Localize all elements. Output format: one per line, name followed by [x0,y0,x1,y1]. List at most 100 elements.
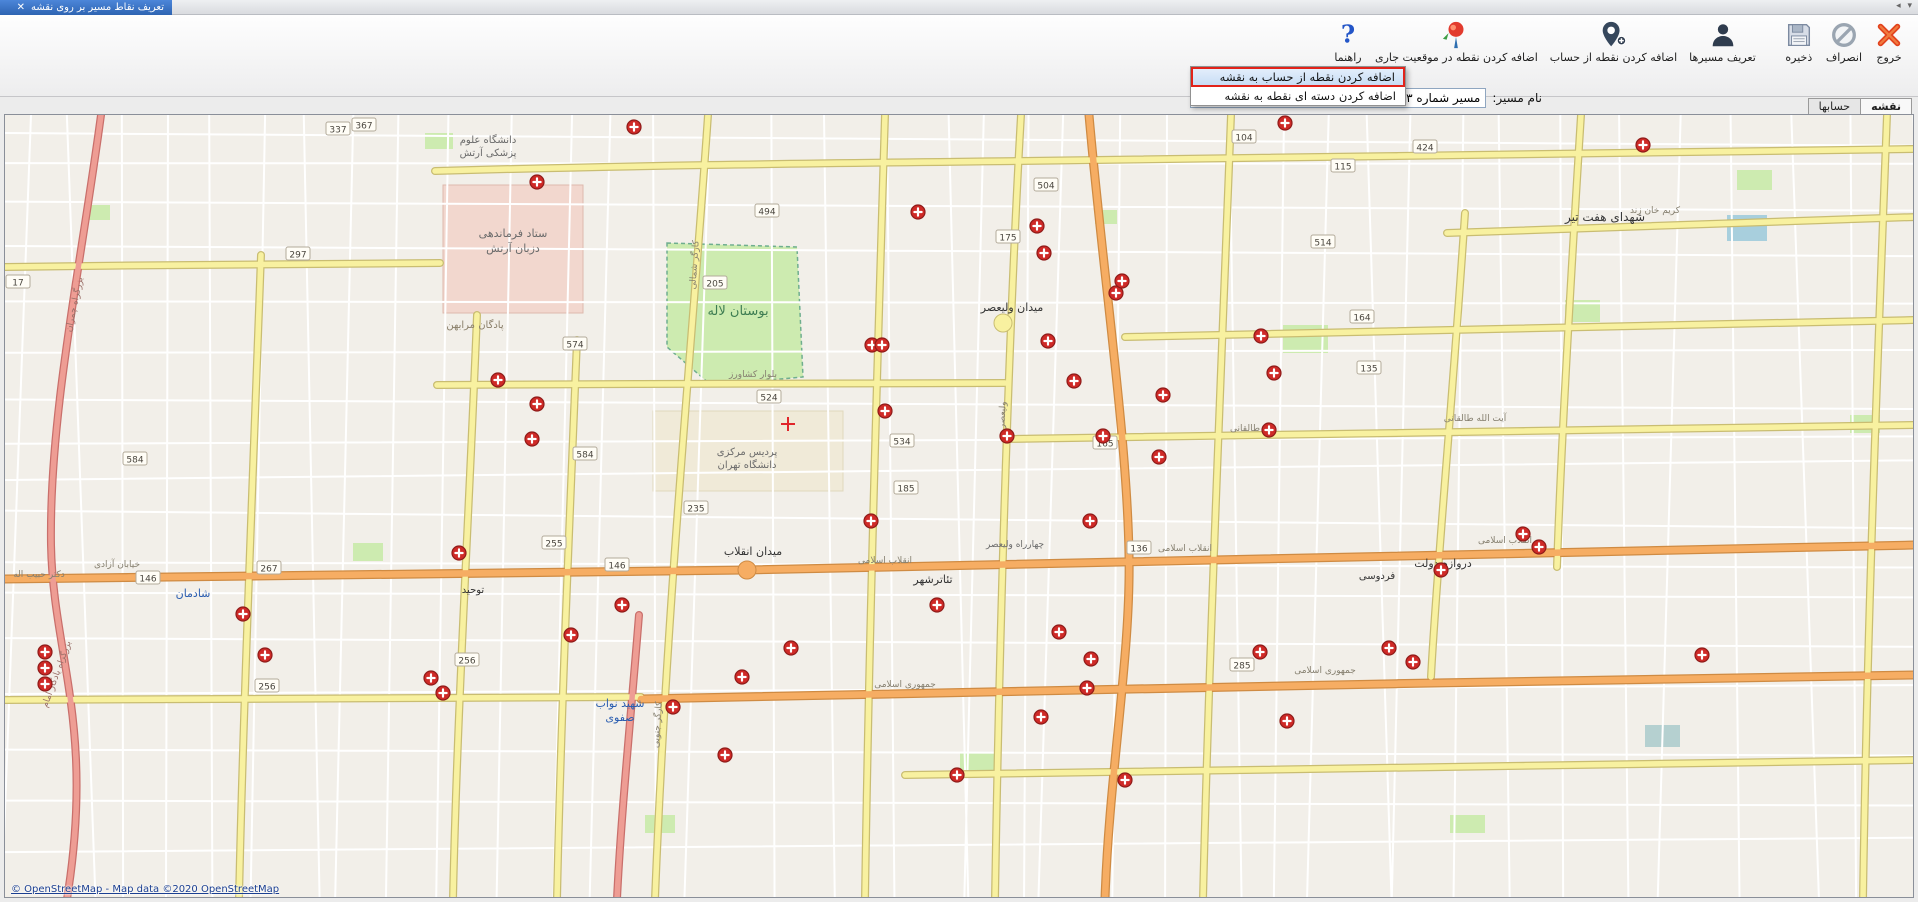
map-point-marker[interactable] [627,120,641,134]
road-number-badge: 367 [352,118,376,132]
map-point-marker[interactable] [452,546,466,560]
map-point-marker[interactable] [530,397,544,411]
map-point-marker[interactable] [1083,514,1097,528]
menu-item-1[interactable]: اضافه کردن نقطه از حساب به نقشه [1191,67,1405,87]
add-point-dropdown-menu: اضافه کردن نقطه از حساب به نقشهاضافه کرد… [1190,66,1406,106]
window-tab[interactable]: تعریف نقاط مسیر بر روی نقشه ✕ [0,0,172,15]
toolbar-button-label: راهنما [1334,51,1361,64]
map-point-marker[interactable] [525,432,539,446]
map-label: پادگان مرابهن [446,319,503,331]
road-number-badge: 584 [123,452,147,466]
toolbar-button-define-routes[interactable]: تعریف مسیرها [1683,18,1762,66]
map-point-marker[interactable] [1152,450,1166,464]
svg-text:115: 115 [1334,163,1351,173]
map-point-marker[interactable] [1254,329,1268,343]
map-label: آیت الله طالقانی [1444,412,1507,424]
map-point-marker[interactable] [1000,429,1014,443]
map-point-marker[interactable] [1636,138,1650,152]
map-point-marker[interactable] [38,677,52,691]
tab-accounts[interactable]: حسابها [1808,98,1860,114]
map-point-marker[interactable] [1096,429,1110,443]
road-number-badge: 175 [996,230,1020,244]
map-point-marker[interactable] [615,598,629,612]
map-point-marker[interactable] [1262,423,1276,437]
map-point-marker[interactable] [735,670,749,684]
map-point-marker[interactable] [1080,681,1094,695]
map-point-marker[interactable] [1516,527,1530,541]
svg-text:17: 17 [12,279,23,289]
map-label: تئاترشهر [912,573,952,586]
toolbar-button-label: خروج [1876,51,1901,64]
map-point-marker[interactable] [1030,219,1044,233]
map-point-marker[interactable] [1278,116,1292,130]
map-point-marker[interactable] [1118,773,1132,787]
map-label: میدان ولیعصر [980,301,1044,314]
map-point-marker[interactable] [1382,641,1396,655]
road-number-badge: 524 [757,390,781,404]
dock-arrow-icons[interactable]: ◂ ▾ [1896,1,1914,11]
road-number-badge: 235 [684,501,708,515]
toolbar-button-label: اضافه کردن نقطه در موقعیت جاری [1375,51,1538,64]
menu-item-2[interactable]: اضافه کردن دسته ای نقطه به نقشه [1191,87,1405,105]
map-point-marker[interactable] [1041,334,1055,348]
map-point-marker[interactable] [911,205,925,219]
toolbar-button-add-point-current-location[interactable]: اضافه کردن نقطه در موقعیت جاری [1369,18,1544,66]
tab-bar: نقشهحسابها [1808,97,1912,114]
toolbar-items: خروج انصراف ذخیره تعریف مسیرها اضافه کردن نق… [1327,18,1910,66]
svg-text:584: 584 [576,451,593,461]
toolbar-button-label: اضافه کردن نقطه از حساب [1550,51,1677,64]
map-point-marker[interactable] [1695,648,1709,662]
map-point-marker[interactable] [258,648,272,662]
add-point-current-location-icon [1441,20,1471,50]
map-point-marker[interactable] [784,641,798,655]
map-point-marker[interactable] [1267,366,1281,380]
map-viewport[interactable]: بوستان لالهستاد فرماندهیدزبان آرتشدانشگا… [4,114,1914,898]
map-point-marker[interactable] [1253,645,1267,659]
exit-icon [1874,20,1904,50]
map-point-marker[interactable] [1280,714,1294,728]
toolbar-button-label: تعریف مسیرها [1689,51,1756,64]
close-icon[interactable]: ✕ [17,3,25,13]
map-point-marker[interactable] [1037,246,1051,260]
map-point-marker[interactable] [436,686,450,700]
map-point-marker[interactable] [666,700,680,714]
map-label: ستاد فرماندهی [479,227,548,240]
toolbar-button-cancel[interactable]: انصراف [1820,18,1868,66]
map-canvas[interactable]: بوستان لالهستاد فرماندهیدزبان آرتشدانشگا… [5,115,1914,898]
map-point-marker[interactable] [1052,625,1066,639]
map-point-marker[interactable] [1434,563,1448,577]
map-point-marker[interactable] [950,768,964,782]
map-point-marker[interactable] [38,661,52,675]
svg-text:337: 337 [329,126,346,136]
map-point-marker[interactable] [864,514,878,528]
map-attribution[interactable]: © OpenStreetMap - Map data ©2020 OpenStr… [11,884,279,895]
map-point-marker[interactable] [1067,374,1081,388]
toolbar-button-exit[interactable]: خروج [1868,18,1910,66]
map-point-marker[interactable] [875,338,889,352]
map-point-marker[interactable] [1406,655,1420,669]
svg-text:424: 424 [1416,144,1433,154]
road-number-badge: 504 [1034,178,1058,192]
map-point-marker[interactable] [491,373,505,387]
map-point-marker[interactable] [530,175,544,189]
enghelab-square [738,561,756,579]
map-point-marker[interactable] [236,607,250,621]
map-point-marker[interactable] [1156,388,1170,402]
toolbar-button-add-point-from-account[interactable]: اضافه کردن نقطه از حساب [1544,18,1683,66]
map-point-marker[interactable] [1084,652,1098,666]
map-point-marker[interactable] [564,628,578,642]
valiasr-square [994,314,1012,332]
map-point-marker[interactable] [930,598,944,612]
toolbar-button-save[interactable]: ذخیره [1778,18,1820,66]
toolbar-button-label: انصراف [1826,51,1862,64]
map-point-marker[interactable] [1115,274,1129,288]
map-point-marker[interactable] [718,748,732,762]
tab-map[interactable]: نقشه [1860,98,1912,114]
map-point-marker[interactable] [38,645,52,659]
map-point-marker[interactable] [878,404,892,418]
svg-text:185: 185 [897,485,914,495]
map-point-marker[interactable] [424,671,438,685]
map-point-marker[interactable] [1532,540,1546,554]
map-point-marker[interactable] [1034,710,1048,724]
toolbar-button-help[interactable]: ?راهنما [1327,18,1369,66]
